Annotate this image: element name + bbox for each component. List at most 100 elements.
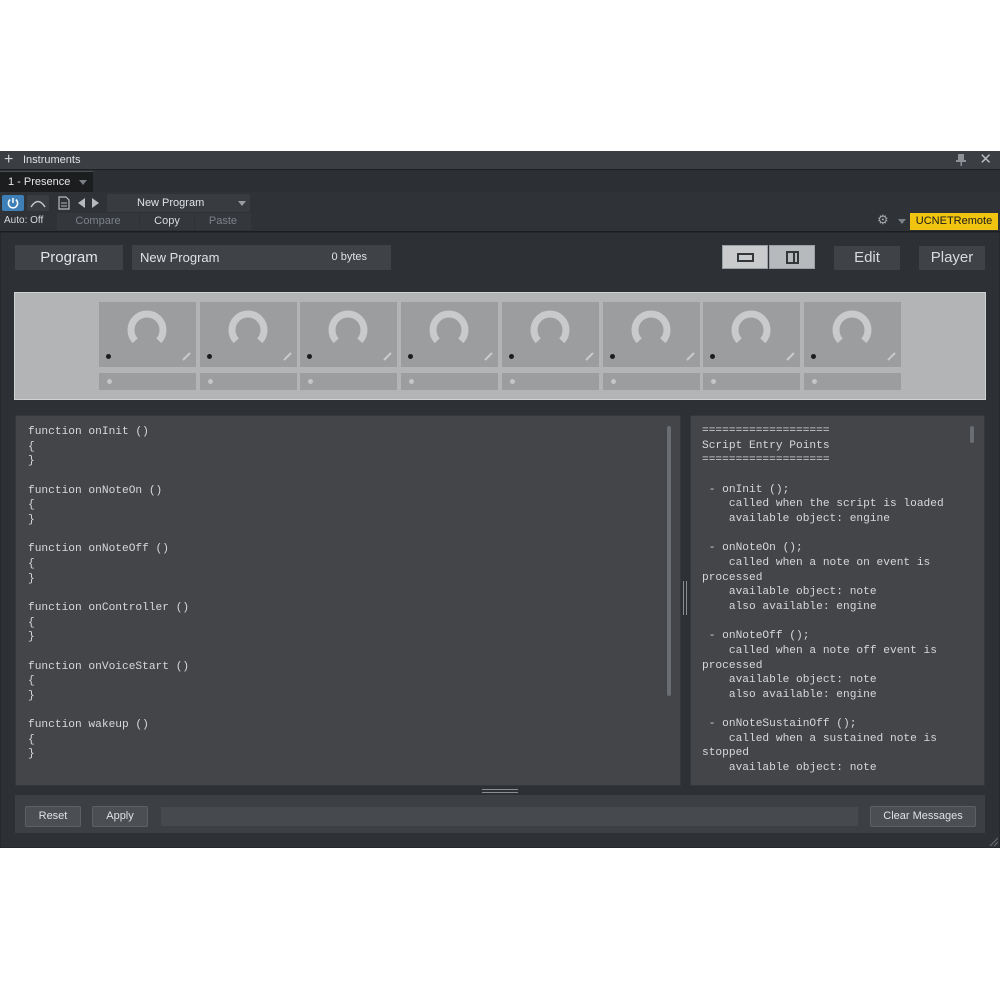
macro-label-dot (811, 379, 817, 384)
macro-label[interactable] (300, 373, 398, 390)
macro-knob-box (803, 302, 901, 367)
help-line: available object: engine (702, 512, 890, 525)
macro-slot (300, 302, 398, 390)
help-line: processed (702, 659, 763, 672)
edit-button[interactable]: Edit (834, 246, 900, 270)
code-line: } (28, 572, 35, 585)
macro-knob[interactable] (729, 307, 773, 351)
macro-knob[interactable] (830, 307, 874, 351)
message-field (161, 807, 858, 826)
gear-icon[interactable]: ⚙ (877, 212, 893, 228)
macro-slot (803, 302, 901, 390)
macro-label[interactable] (401, 373, 499, 390)
macro-label[interactable] (99, 373, 196, 390)
chevron-down-icon[interactable] (898, 219, 906, 224)
macro-slot (703, 302, 801, 390)
help-scrollbar[interactable] (970, 426, 974, 443)
pencil-icon[interactable] (182, 352, 191, 361)
code-line: } (28, 513, 35, 526)
paste-button[interactable]: Paste (195, 213, 251, 230)
vertical-splitter[interactable] (682, 581, 688, 615)
help-line: also available: engine (702, 688, 877, 701)
help-line: called when a note off event is (702, 644, 937, 657)
player-button[interactable]: Player (919, 246, 985, 270)
code-line: function onVoiceStart () (28, 660, 190, 673)
pencil-icon[interactable] (786, 352, 795, 361)
macro-indicator (810, 354, 816, 359)
tab-label: 1 - Presence (8, 176, 71, 188)
macro-knob-box (401, 302, 499, 367)
horizontal-splitter[interactable] (482, 788, 518, 794)
arrow-left-icon[interactable] (78, 198, 85, 208)
plus-icon[interactable]: + (4, 151, 13, 169)
reset-button[interactable]: Reset (25, 806, 81, 827)
chevron-down-icon (238, 201, 246, 206)
chevron-down-icon[interactable] (79, 180, 87, 185)
pencil-icon[interactable] (887, 352, 896, 361)
macro-knob-box (99, 302, 196, 367)
preset-selector[interactable]: New Program (107, 194, 250, 212)
macro-knob[interactable] (125, 307, 169, 351)
code-line: { (28, 440, 35, 453)
help-line: processed (702, 571, 763, 584)
macro-indicator (710, 354, 716, 359)
help-line: called when the script is loaded (702, 498, 944, 511)
macro-indicator (408, 354, 414, 359)
macro-knob[interactable] (427, 307, 471, 351)
help-line: available object: note (702, 762, 877, 775)
program-field[interactable]: New Program 0 bytes (132, 245, 391, 270)
compare-button[interactable]: Compare (57, 213, 139, 230)
pencil-icon[interactable] (282, 352, 292, 361)
help-line: =================== (702, 454, 830, 467)
macro-knob[interactable] (629, 307, 673, 351)
resize-grip-icon[interactable] (988, 836, 998, 846)
window-title: Instruments (23, 154, 81, 166)
power-button[interactable] (2, 195, 24, 211)
program-name: New Program (140, 250, 220, 265)
program-button[interactable]: Program (15, 245, 123, 270)
macro-label[interactable] (199, 373, 297, 390)
macro-slot (501, 302, 599, 390)
pencil-icon[interactable] (383, 352, 393, 361)
title-bar: + Instruments ✕ (0, 151, 1000, 170)
clear-messages-button[interactable]: Clear Messages (870, 806, 976, 827)
copy-button[interactable]: Copy (140, 213, 194, 230)
macro-label[interactable] (703, 373, 801, 390)
pencil-icon[interactable] (685, 352, 695, 361)
script-code[interactable]: function onInit () {} function onNoteOn (… (28, 425, 189, 762)
document-icon[interactable] (58, 196, 70, 210)
macro-knob-box (703, 302, 801, 367)
macro-label[interactable] (803, 373, 901, 390)
pin-icon[interactable] (954, 153, 968, 167)
macro-knob[interactable] (326, 307, 370, 351)
code-line: function onNoteOn () (28, 484, 163, 497)
script-editor[interactable]: function onInit () {} function onNoteOn (… (15, 415, 681, 786)
macro-label[interactable] (501, 373, 599, 390)
code-line: { (28, 733, 35, 746)
macro-knob-box (199, 302, 297, 367)
macro-strip (14, 292, 986, 400)
plugin-header: New Program Auto: Off Compare Copy Paste… (0, 192, 1000, 232)
tab-presence[interactable]: 1 - Presence (0, 171, 93, 192)
code-line: function onNoteOff () (28, 543, 169, 556)
arrow-right-icon[interactable] (92, 198, 99, 208)
editor-scrollbar[interactable] (667, 426, 671, 696)
macro-knob[interactable] (226, 307, 270, 351)
apply-button[interactable]: Apply (92, 806, 148, 827)
instruments-window: + Instruments ✕ 1 - Presence New Program… (0, 151, 1000, 848)
macro-label-dot (308, 379, 314, 384)
macro-knob[interactable] (528, 307, 572, 351)
remote-badge[interactable]: UCNETRemote (910, 213, 998, 230)
preset-name: New Program (137, 197, 205, 209)
automation-button[interactable] (27, 195, 49, 211)
view-wide-button[interactable] (722, 245, 768, 269)
pencil-icon[interactable] (484, 352, 493, 361)
help-line: available object: note (702, 586, 877, 599)
macro-label[interactable] (602, 373, 700, 390)
view-split-button[interactable] (769, 245, 815, 269)
pencil-icon[interactable] (585, 352, 594, 361)
macro-label-dot (107, 379, 112, 384)
close-icon[interactable]: ✕ (979, 151, 992, 169)
program-size: 0 bytes (331, 251, 367, 263)
